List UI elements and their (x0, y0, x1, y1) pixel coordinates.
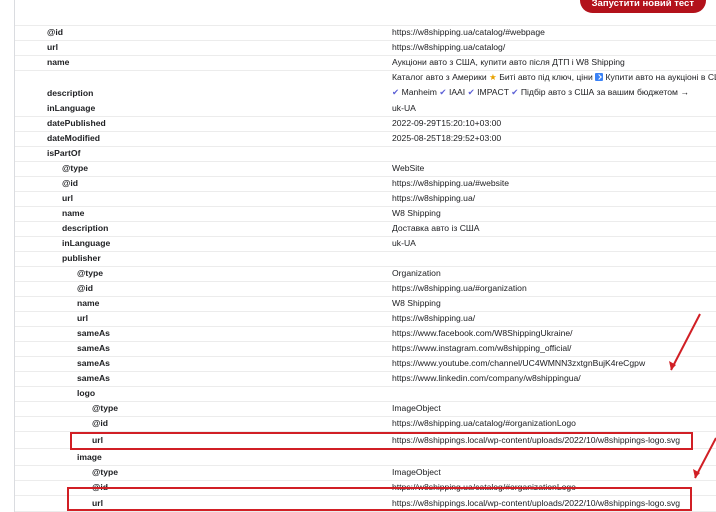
arrow-icon (670, 313, 701, 371)
annotation-arrows (669, 313, 716, 479)
